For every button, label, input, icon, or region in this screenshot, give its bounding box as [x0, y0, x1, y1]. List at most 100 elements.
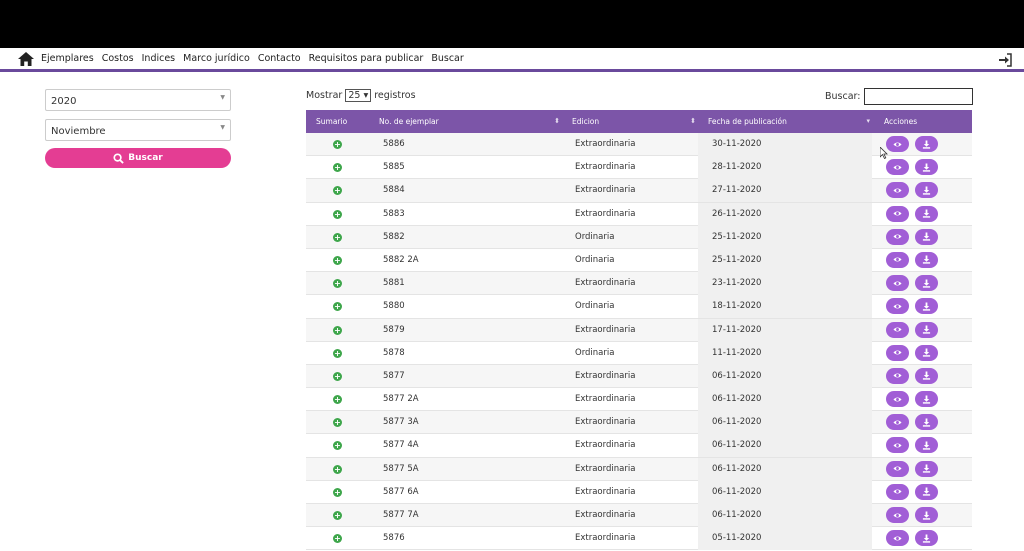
- download-icon: [922, 348, 931, 357]
- nav-buscar[interactable]: Buscar: [431, 53, 463, 64]
- expand-sumario-icon[interactable]: +: [333, 441, 342, 451]
- cell-fecha: 06-11-2020: [712, 463, 762, 474]
- year-select[interactable]: 2020 ▼: [45, 89, 231, 111]
- table-row: +5884 Extraordinaria 27-11-2020: [306, 179, 972, 203]
- view-button[interactable]: [886, 136, 909, 152]
- header-sumario[interactable]: Sumario: [316, 110, 347, 133]
- home-icon[interactable]: [18, 51, 34, 66]
- header-numero[interactable]: No. de ejemplar ⬍: [379, 110, 560, 133]
- expand-sumario-icon[interactable]: +: [333, 163, 342, 173]
- table-row: +5885 Extraordinaria 28-11-2020: [306, 156, 972, 180]
- expand-sumario-icon[interactable]: +: [333, 371, 342, 381]
- expand-sumario-icon[interactable]: +: [333, 418, 342, 428]
- view-button[interactable]: [886, 159, 909, 176]
- expand-sumario-icon[interactable]: +: [333, 232, 342, 242]
- table-row: +5882 2A Ordinaria 25-11-2020: [306, 248, 972, 273]
- table-body: +5886 Extraordinaria 30-11-2020 +5885 Extrao…: [306, 133, 972, 551]
- view-button[interactable]: [886, 483, 909, 500]
- view-button[interactable]: [886, 460, 909, 477]
- download-button[interactable]: [915, 367, 938, 384]
- download-button[interactable]: [915, 321, 938, 338]
- view-button[interactable]: [886, 275, 909, 292]
- download-icon: [922, 163, 931, 172]
- eye-icon: [893, 443, 902, 448]
- download-button[interactable]: [915, 507, 938, 523]
- view-button[interactable]: [886, 414, 909, 431]
- download-icon: [922, 209, 931, 218]
- cell-fecha: 18-11-2020: [712, 301, 762, 312]
- cell-numero: 5877 2A: [383, 394, 419, 405]
- download-button[interactable]: [915, 136, 938, 152]
- cell-numero: 5877 7A: [383, 510, 419, 520]
- download-button[interactable]: [915, 414, 938, 431]
- download-button[interactable]: [915, 275, 938, 292]
- download-button[interactable]: [915, 182, 938, 199]
- download-button[interactable]: [915, 344, 938, 361]
- expand-sumario-icon[interactable]: +: [333, 186, 342, 196]
- table-search-input[interactable]: [864, 88, 974, 105]
- download-button[interactable]: [915, 298, 938, 315]
- download-button[interactable]: [915, 251, 938, 268]
- download-button[interactable]: [915, 159, 938, 176]
- expand-sumario-icon[interactable]: +: [333, 534, 342, 544]
- download-button[interactable]: [915, 228, 938, 245]
- view-button[interactable]: [886, 298, 909, 315]
- download-button[interactable]: [915, 483, 938, 500]
- view-button[interactable]: [886, 344, 909, 361]
- download-button[interactable]: [915, 205, 938, 222]
- expand-sumario-icon[interactable]: +: [333, 140, 342, 149]
- expand-sumario-icon[interactable]: +: [333, 464, 342, 474]
- download-button[interactable]: [915, 391, 938, 408]
- view-button[interactable]: [886, 251, 909, 268]
- expand-sumario-icon[interactable]: +: [333, 302, 342, 312]
- expand-sumario-icon[interactable]: +: [333, 348, 342, 358]
- view-button[interactable]: [886, 530, 909, 547]
- length-select[interactable]: 25 ▾: [345, 89, 372, 102]
- cell-numero: 5882 2A: [383, 254, 419, 265]
- nav-requisitos[interactable]: Requisitos para publicar: [309, 53, 424, 64]
- expand-sumario-icon[interactable]: +: [333, 487, 342, 497]
- view-button[interactable]: [886, 507, 909, 523]
- view-button[interactable]: [886, 228, 909, 245]
- nav-indices[interactable]: Indices: [142, 53, 176, 64]
- cell-fecha: 06-11-2020: [712, 486, 762, 497]
- eye-icon: [893, 512, 902, 518]
- download-button[interactable]: [915, 437, 938, 454]
- nav-costos[interactable]: Costos: [102, 53, 134, 64]
- view-button[interactable]: [886, 437, 909, 454]
- download-icon: [922, 232, 931, 241]
- cell-numero: 5883: [383, 208, 405, 219]
- cell-fecha: 06-11-2020: [712, 510, 762, 520]
- nav-contacto[interactable]: Contacto: [258, 53, 301, 64]
- month-select[interactable]: Noviembre ▼: [45, 119, 231, 141]
- expand-sumario-icon[interactable]: +: [333, 325, 342, 335]
- chevron-down-icon: ▼: [220, 94, 225, 101]
- cell-edicion: Ordinaria: [575, 301, 615, 312]
- header-fecha[interactable]: Fecha de publicación ▾: [708, 110, 870, 133]
- sort-icon: ⬍: [554, 117, 560, 125]
- table-row: +5882 Ordinaria 25-11-2020: [306, 225, 972, 249]
- header-sumario-label: Sumario: [316, 117, 348, 126]
- header-edicion[interactable]: Edicion ⬍: [572, 110, 696, 133]
- view-button[interactable]: [886, 391, 909, 408]
- view-button[interactable]: [886, 367, 909, 384]
- expand-sumario-icon[interactable]: +: [333, 279, 342, 289]
- eye-icon: [893, 327, 902, 332]
- expand-sumario-icon[interactable]: +: [333, 395, 342, 405]
- cell-fecha: 11-11-2020: [712, 347, 762, 358]
- view-button[interactable]: [886, 205, 909, 222]
- view-button[interactable]: [886, 182, 909, 199]
- nav-ejemplares[interactable]: Ejemplares: [41, 53, 94, 64]
- download-button[interactable]: [915, 530, 938, 547]
- expand-sumario-icon[interactable]: +: [333, 255, 342, 265]
- nav-marco-juridico[interactable]: Marco jurídico: [183, 53, 250, 64]
- download-icon: [922, 395, 931, 404]
- expand-sumario-icon[interactable]: +: [333, 511, 342, 520]
- view-button[interactable]: [886, 321, 909, 338]
- cell-numero: 5877: [383, 370, 405, 381]
- search-button[interactable]: Buscar: [45, 148, 231, 168]
- eye-icon: [893, 536, 902, 541]
- download-button[interactable]: [915, 460, 938, 477]
- login-icon[interactable]: [998, 53, 1012, 67]
- expand-sumario-icon[interactable]: +: [333, 209, 342, 219]
